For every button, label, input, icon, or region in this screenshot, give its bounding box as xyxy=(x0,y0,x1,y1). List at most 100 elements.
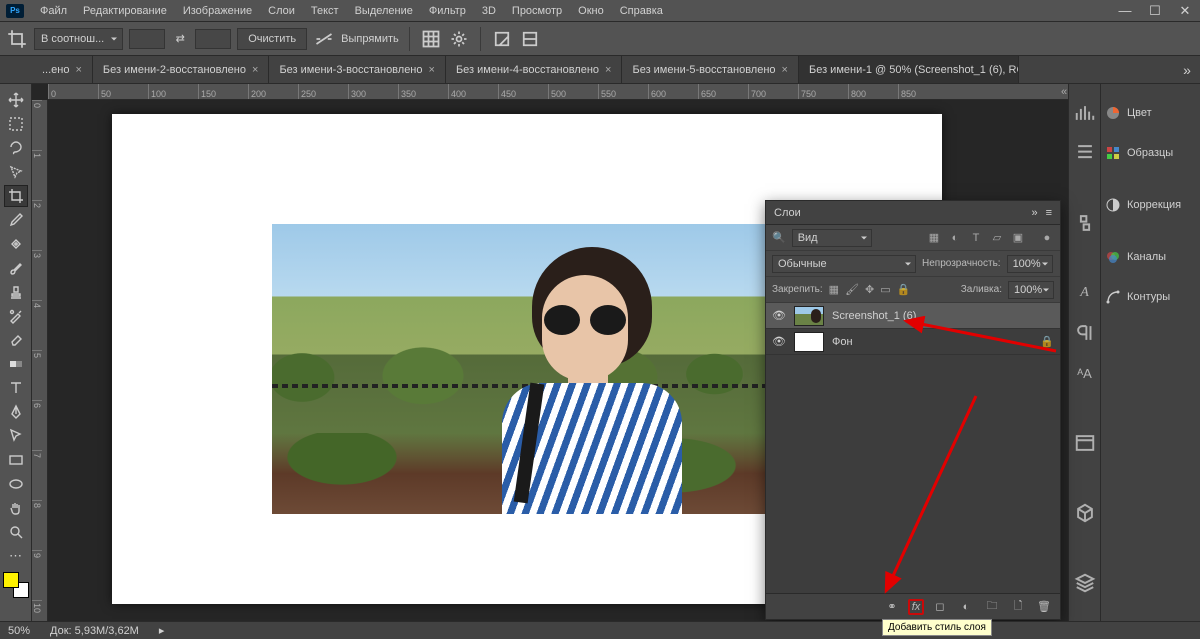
path-select-tool[interactable] xyxy=(4,425,28,447)
layer-name[interactable]: Фон xyxy=(832,336,853,348)
healing-tool[interactable] xyxy=(4,233,28,255)
layer-mask-icon[interactable]: ◻ xyxy=(932,599,948,615)
document-tab-active[interactable]: Без имени-1 @ 50% (Screenshot_1 (6), RGB… xyxy=(799,56,1019,83)
tabs-overflow-icon[interactable]: » xyxy=(1174,56,1200,83)
history-brush-tool[interactable] xyxy=(4,305,28,327)
histogram-icon[interactable] xyxy=(1074,102,1096,124)
properties-icon[interactable] xyxy=(1074,432,1096,454)
visibility-toggle-icon[interactable]: 👁 xyxy=(772,309,786,323)
eraser-tool[interactable] xyxy=(4,329,28,351)
layers-icon[interactable] xyxy=(1074,572,1096,594)
lock-transparency-icon[interactable]: ▦ xyxy=(829,283,839,296)
quick-select-tool[interactable] xyxy=(4,161,28,183)
eyedropper-tool[interactable] xyxy=(4,209,28,231)
zoom-level[interactable]: 50% xyxy=(8,625,30,637)
fill-input[interactable]: 100% xyxy=(1008,281,1054,299)
document-tab[interactable]: Без имени-3-восстановлено× xyxy=(269,56,446,83)
layer-thumbnail[interactable] xyxy=(794,332,824,352)
panel-color[interactable]: Цвет xyxy=(1101,102,1200,124)
filter-type-icon[interactable]: T xyxy=(969,231,983,245)
layer-style-fx-button[interactable]: fx xyxy=(908,599,924,615)
search-icon[interactable]: 🔍 xyxy=(772,231,786,244)
close-icon[interactable]: × xyxy=(429,64,435,76)
straighten-icon[interactable] xyxy=(313,28,335,50)
color-swatches[interactable] xyxy=(3,572,29,598)
clone-source-icon[interactable] xyxy=(1074,212,1096,234)
lock-all-icon[interactable]: 🔒 xyxy=(897,283,911,296)
crop-tool[interactable] xyxy=(4,185,28,207)
filter-pixel-icon[interactable]: ▦ xyxy=(927,231,941,245)
doc-size[interactable]: Док: 5,93M/3,62M xyxy=(50,625,139,637)
menu-help[interactable]: Справка xyxy=(612,0,671,22)
settings-gear-icon[interactable] xyxy=(448,28,470,50)
close-icon[interactable]: × xyxy=(252,64,258,76)
minimize-button[interactable]: — xyxy=(1110,1,1140,21)
maximize-button[interactable]: ☐ xyxy=(1140,1,1170,21)
menu-image[interactable]: Изображение xyxy=(175,0,260,22)
layers-panel-header[interactable]: Слои »≡ xyxy=(766,201,1060,225)
brushes-icon[interactable] xyxy=(1074,142,1096,164)
stamp-tool[interactable] xyxy=(4,281,28,303)
grid-overlay-icon[interactable] xyxy=(420,28,442,50)
foreground-color[interactable] xyxy=(3,572,19,588)
width-input[interactable] xyxy=(129,29,165,49)
move-tool[interactable] xyxy=(4,89,28,111)
blend-mode-dropdown[interactable]: Обычные xyxy=(772,255,916,273)
glyphs-icon[interactable]: ᴬA xyxy=(1074,362,1096,384)
filter-shape-icon[interactable]: ▱ xyxy=(990,231,1004,245)
menu-select[interactable]: Выделение xyxy=(347,0,421,22)
height-input[interactable] xyxy=(195,29,231,49)
paragraph-icon[interactable] xyxy=(1074,322,1096,344)
close-icon[interactable]: × xyxy=(75,64,81,76)
menu-view[interactable]: Просмотр xyxy=(504,0,570,22)
rectangle-tool[interactable] xyxy=(4,449,28,471)
gradient-tool[interactable] xyxy=(4,353,28,375)
menu-edit[interactable]: Редактирование xyxy=(75,0,175,22)
collapse-dock-icon[interactable]: « xyxy=(1056,86,1072,98)
opacity-input[interactable]: 100% xyxy=(1007,255,1053,273)
menu-3d[interactable]: 3D xyxy=(474,0,504,22)
document-tab[interactable]: Без имени-2-восстановлено× xyxy=(93,56,270,83)
link-layers-icon[interactable]: ⚭ xyxy=(884,599,900,615)
hand-tool[interactable] xyxy=(4,497,28,519)
3d-icon[interactable] xyxy=(1074,502,1096,524)
aspect-ratio-dropdown[interactable]: В соотнош... xyxy=(34,28,123,50)
collapse-panel-icon[interactable]: » xyxy=(1031,207,1037,219)
delete-cropped-icon[interactable] xyxy=(491,28,513,50)
panel-menu-icon[interactable]: ≡ xyxy=(1046,207,1052,219)
filter-smart-icon[interactable]: ▣ xyxy=(1011,231,1025,245)
document-tab[interactable]: ...ено× xyxy=(32,56,93,83)
panel-channels[interactable]: Каналы xyxy=(1101,246,1200,268)
layer-filter-dropdown[interactable]: Вид xyxy=(792,229,872,247)
delete-layer-icon[interactable]: 🗑 xyxy=(1036,599,1052,615)
document-tab[interactable]: Без имени-4-восстановлено× xyxy=(446,56,623,83)
status-caret-icon[interactable]: ▸ xyxy=(159,624,165,637)
layer-row[interactable]: 👁 Screenshot_1 (6) xyxy=(766,303,1060,329)
new-group-icon[interactable]: 🗀 xyxy=(984,599,1000,615)
ellipse-tool[interactable] xyxy=(4,473,28,495)
menu-window[interactable]: Окно xyxy=(570,0,612,22)
menu-file[interactable]: Файл xyxy=(32,0,75,22)
character-icon[interactable]: A xyxy=(1074,282,1096,304)
zoom-tool[interactable] xyxy=(4,521,28,543)
filter-toggle-icon[interactable]: ● xyxy=(1040,231,1054,245)
layer-thumbnail[interactable] xyxy=(794,306,824,326)
pen-tool[interactable] xyxy=(4,401,28,423)
lock-artboard-icon[interactable]: ▭ xyxy=(880,283,890,296)
close-icon[interactable]: × xyxy=(782,64,788,76)
brush-tool[interactable] xyxy=(4,257,28,279)
menu-filter[interactable]: Фильтр xyxy=(421,0,474,22)
new-layer-icon[interactable]: 🗋 xyxy=(1010,599,1026,615)
menu-layers[interactable]: Слои xyxy=(260,0,303,22)
panel-adjustments[interactable]: Коррекция xyxy=(1101,194,1200,216)
document-tab[interactable]: Без имени-5-восстановлено× xyxy=(622,56,799,83)
crop-tool-indicator[interactable] xyxy=(6,28,28,50)
panel-paths[interactable]: Контуры xyxy=(1101,286,1200,308)
close-icon[interactable]: × xyxy=(605,64,611,76)
lock-pixels-icon[interactable]: 🖌 xyxy=(845,283,859,296)
close-button[interactable]: ✕ xyxy=(1170,1,1200,21)
lasso-tool[interactable] xyxy=(4,137,28,159)
layer-name[interactable]: Screenshot_1 (6) xyxy=(832,310,916,322)
swap-dimensions-icon[interactable]: ⇄ xyxy=(171,30,189,48)
marquee-tool[interactable] xyxy=(4,113,28,135)
